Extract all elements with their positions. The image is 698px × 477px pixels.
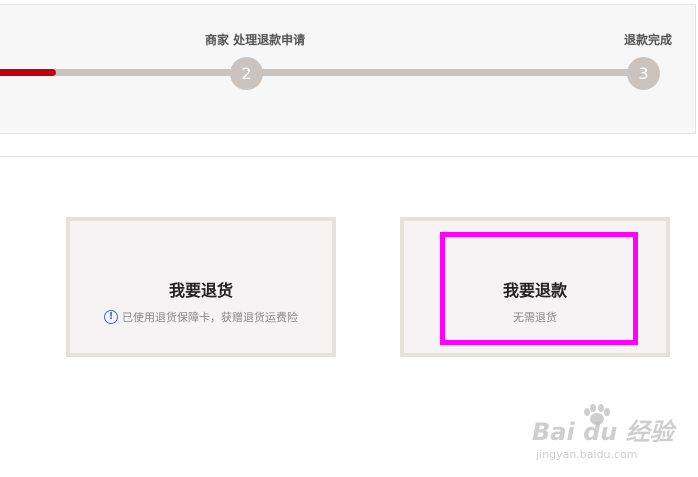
return-goods-title: 我要退货 (168, 281, 233, 300)
step-2-label: 商家 处理退款申请 (205, 33, 306, 47)
step-3-label: 退款完成 (624, 33, 673, 47)
progress-track-completed (0, 69, 56, 76)
info-icon: ! (104, 310, 118, 324)
refund-only-option[interactable]: 我要退款 无需退货 (400, 217, 670, 357)
step-2-dot: 2 (230, 57, 263, 90)
refund-only-title: 我要退款 (502, 281, 567, 300)
baidu-jingyan-watermark: Bai du 经验 jingyan.baidu.com (532, 404, 692, 470)
return-goods-option[interactable]: 我要退货 ! 已使用退货保障卡，获赠退货运费险 (66, 217, 336, 357)
refund-progress-panel: 商家 处理退款申请 退款完成 2 3 (0, 4, 696, 134)
watermark-brand: Bai du 经验 (532, 418, 674, 446)
watermark-url: jingyan.baidu.com (536, 448, 638, 461)
refund-only-note: 无需退货 (513, 311, 557, 324)
return-goods-note: 已使用退货保障卡，获赠退货运费险 (122, 311, 298, 324)
section-divider (0, 156, 698, 157)
step-3-dot: 3 (627, 57, 660, 90)
progress-track (0, 69, 642, 76)
